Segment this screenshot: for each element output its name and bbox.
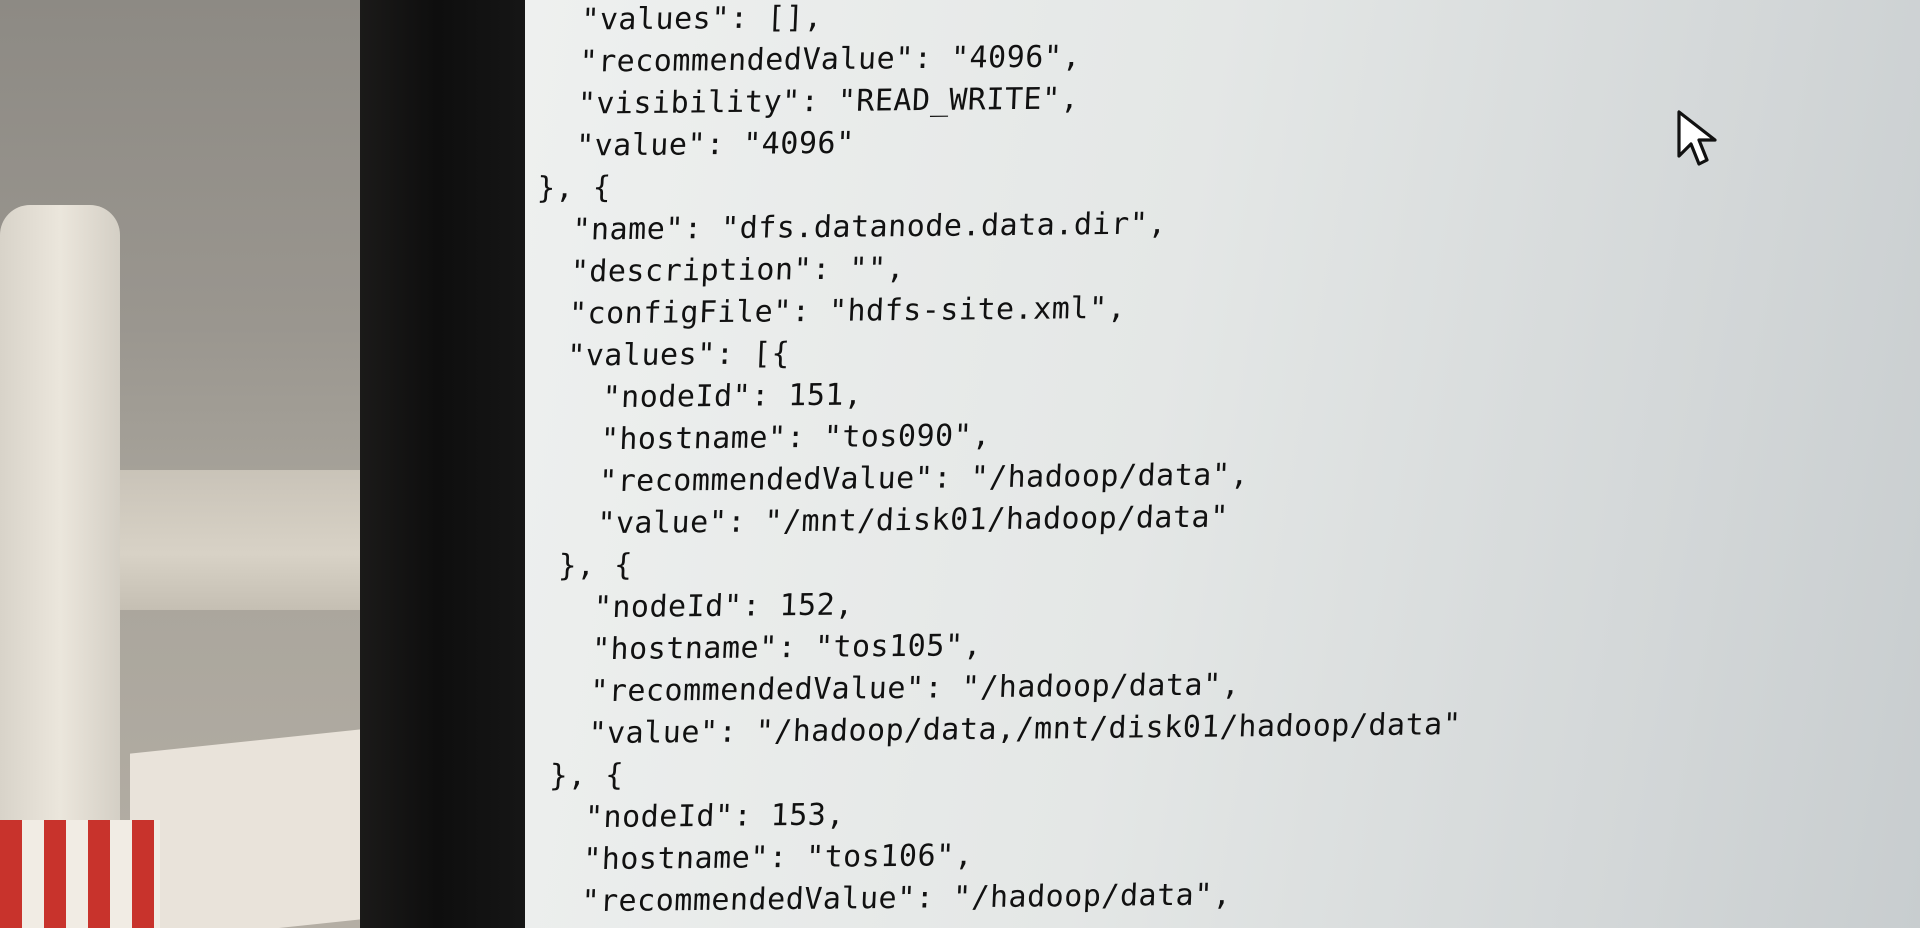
background-striped-box — [0, 820, 160, 928]
monitor-bezel — [360, 0, 530, 928]
code-line: "recommendedValue": "/hadoop/data", — [525, 877, 1233, 920]
photo-scene: "values": [], "recommendedValue": "4096"… — [0, 0, 1920, 928]
background-paper-cup — [0, 205, 120, 845]
background-box — [130, 726, 390, 928]
json-code-view: "values": [], "recommendedValue": "4096"… — [525, 0, 1492, 924]
monitor-screen: "values": [], "recommendedValue": "4096"… — [525, 0, 1920, 928]
background-shelf — [80, 470, 380, 610]
mouse-pointer-icon — [1677, 110, 1717, 166]
